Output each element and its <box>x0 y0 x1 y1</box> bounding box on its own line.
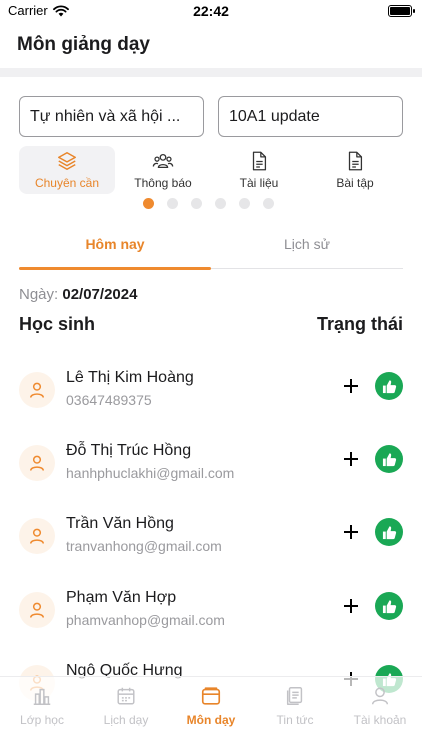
tab-today[interactable]: Hôm nay <box>19 236 211 252</box>
add-button[interactable] <box>340 375 362 397</box>
account-icon <box>371 687 389 705</box>
plus-icon <box>344 525 358 539</box>
student-name: Phạm Văn Hợp <box>66 589 177 606</box>
tab-history[interactable]: Lịch sử <box>211 236 403 252</box>
present-button[interactable] <box>375 372 403 400</box>
nav-account[interactable]: Tài khoản <box>338 685 422 727</box>
carousel-dot[interactable] <box>263 198 274 209</box>
student-name: Đỗ Thị Trúc Hồng <box>66 442 192 459</box>
chart-icon <box>33 688 51 705</box>
carousel-dot[interactable] <box>191 198 202 209</box>
date-row: Ngày: 02/07/2024 <box>19 286 137 303</box>
carousel-dot[interactable] <box>215 198 226 209</box>
carousel-dot[interactable] <box>239 198 250 209</box>
folder-icon <box>201 687 221 705</box>
layers-icon <box>58 152 76 170</box>
nav-label: Lịch dạy <box>103 713 149 727</box>
calendar-icon <box>117 687 135 705</box>
thumbs-up-icon <box>382 379 396 393</box>
feature-label: Tài liệu <box>239 176 279 190</box>
student-row: Đỗ Thị Trúc Hồng hanhphuclakhi@gmail.com <box>0 442 422 498</box>
feature-label: Bài tập <box>336 176 374 190</box>
plus-icon <box>344 452 358 466</box>
thumbs-up-icon <box>382 525 396 539</box>
date-value: 02/07/2024 <box>62 286 138 303</box>
document-icon <box>348 151 363 171</box>
thumbs-up-icon <box>382 452 396 466</box>
student-contact: hanhphuclakhi@gmail.com <box>66 465 235 481</box>
feature-attendance[interactable]: Chuyên cần <box>19 146 115 194</box>
avatar <box>19 518 55 554</box>
feature-announcements[interactable]: Thông báo <box>115 146 211 194</box>
news-icon <box>286 687 303 705</box>
nav-subjects[interactable]: Môn dạy <box>169 685 253 727</box>
student-row: Phạm Văn Hợp phamvanhop@gmail.com <box>0 589 422 645</box>
add-button[interactable] <box>340 521 362 543</box>
student-row: Lê Thị Kim Hoàng 03647489375 <box>0 369 422 425</box>
feature-label: Thông báo <box>134 176 192 190</box>
add-button[interactable] <box>340 595 362 617</box>
document-icon <box>252 151 267 171</box>
avatar <box>19 445 55 481</box>
present-button[interactable] <box>375 445 403 473</box>
student-name: Trần Văn Hồng <box>66 515 174 532</box>
nav-classes[interactable]: Lớp học <box>0 685 84 727</box>
nav-schedule[interactable]: Lịch dạy <box>84 685 168 727</box>
present-button[interactable] <box>375 518 403 546</box>
subject-select-value: Tự nhiên và xã hội ... <box>30 107 181 125</box>
feature-assignments[interactable]: Bài tập <box>307 146 403 194</box>
class-select[interactable]: 10A1 update <box>218 96 403 137</box>
add-button[interactable] <box>340 448 362 470</box>
plus-icon <box>344 379 358 393</box>
student-name: Lê Thị Kim Hoàng <box>66 369 194 386</box>
nav-label: Môn dạy <box>186 713 236 727</box>
carousel-dot[interactable] <box>167 198 178 209</box>
thumbs-up-icon <box>382 599 396 613</box>
user-icon <box>30 602 44 618</box>
page-title: Môn giảng dạy <box>17 34 150 55</box>
nav-news[interactable]: Tin tức <box>253 685 337 727</box>
date-label: Ngày: <box>19 286 59 303</box>
group-icon <box>152 153 174 169</box>
feature-documents[interactable]: Tài liệu <box>211 146 307 194</box>
header-divider <box>0 68 422 77</box>
student-contact: tranvanhong@gmail.com <box>66 538 222 554</box>
tab-indicator <box>19 267 211 270</box>
subject-select[interactable]: Tự nhiên và xã hội ... <box>19 96 204 137</box>
nav-label: Lớp học <box>20 713 64 727</box>
user-icon <box>30 382 44 398</box>
plus-icon <box>344 599 358 613</box>
student-contact: 03647489375 <box>66 392 152 408</box>
present-button[interactable] <box>375 592 403 620</box>
nav-label: Tin tức <box>276 713 314 727</box>
clock: 22:42 <box>193 3 229 19</box>
avatar <box>19 372 55 408</box>
student-row: Trần Văn Hồng tranvanhong@gmail.com <box>0 515 422 571</box>
bottom-tab-bar: Lớp học Lịch dạy Môn dạy Tin tức Tài kho… <box>0 676 422 750</box>
student-contact: phamvanhop@gmail.com <box>66 612 225 628</box>
nav-label: Tài khoản <box>353 713 407 727</box>
feature-label: Chuyên cần <box>34 176 100 190</box>
status-column-header: Trạng thái <box>316 314 403 334</box>
student-column-header: Học sinh <box>19 314 96 334</box>
battery-icon <box>388 5 415 17</box>
status-bar: Carrier 22:42 <box>0 0 422 24</box>
user-icon <box>30 455 44 471</box>
class-select-value: 10A1 update <box>229 107 320 125</box>
user-icon <box>30 528 44 544</box>
carousel-dots <box>143 198 274 209</box>
avatar <box>19 592 55 628</box>
carousel-dot[interactable] <box>143 198 154 209</box>
